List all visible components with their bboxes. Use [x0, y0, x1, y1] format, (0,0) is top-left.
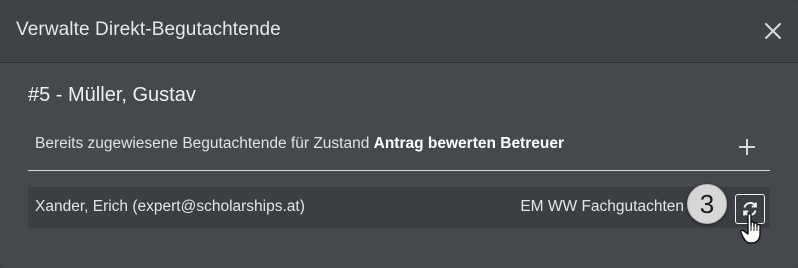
modal-title: Verwalte Direkt-Begutachtende	[16, 19, 281, 40]
review-type: EM WW Fachgutachten	[520, 198, 684, 215]
modal-header: Verwalte Direkt-Begutachtende	[0, 0, 798, 63]
assigned-reviewers-prefix: Bereits zugewiesene Begutachtende für Zu…	[35, 135, 374, 152]
workflow-state-name: Antrag bewerten Betreuer	[373, 135, 564, 152]
reviewer-name: Xander, Erich (expert@scholarships.at)	[35, 198, 305, 215]
step-badge: 3	[687, 184, 727, 224]
close-icon[interactable]	[762, 20, 784, 42]
manage-reviewers-modal: Verwalte Direkt-Begutachtende #5 - Mülle…	[0, 0, 798, 268]
assigned-reviewer-row: Xander, Erich (expert@scholarships.at) E…	[28, 187, 770, 228]
applicant-title: #5 - Müller, Gustav	[28, 84, 196, 106]
assigned-reviewers-label: Bereits zugewiesene Begutachtende für Zu…	[35, 135, 564, 153]
plus-icon[interactable]	[738, 138, 756, 156]
hand-pointer-icon	[740, 213, 761, 244]
assigned-reviewers-header: Bereits zugewiesene Begutachtende für Zu…	[28, 122, 770, 171]
